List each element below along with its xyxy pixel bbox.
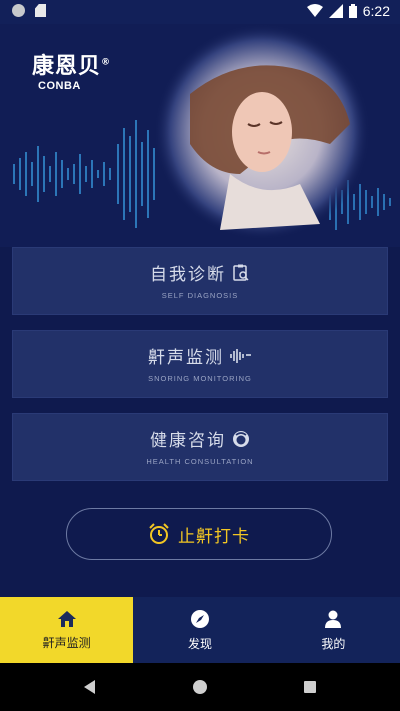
home-button-icon[interactable] [193, 680, 207, 694]
health-consultation-card[interactable]: 健康咨询 HEALTH CONSULTATION [12, 413, 388, 481]
snoring-monitoring-subtitle: SNORING MONITORING [148, 374, 252, 383]
clipboard-search-icon [233, 264, 249, 281]
tab-discover[interactable]: 发现 [133, 597, 266, 663]
status-time: 6:22 [362, 3, 390, 19]
bottom-tab-bar: 鼾声监测 发现 我的 [0, 597, 400, 663]
notification-dot-icon [12, 4, 25, 17]
person-icon [325, 610, 342, 628]
wifi-icon [306, 4, 323, 17]
sd-card-icon [35, 4, 46, 17]
self-diagnosis-card[interactable]: 自我诊断 SELF DIAGNOSIS [12, 247, 388, 315]
battery-icon [348, 4, 357, 18]
tab-label: 我的 [321, 636, 346, 651]
tab-mine[interactable]: 我的 [267, 597, 400, 663]
recent-apps-icon[interactable] [304, 681, 316, 693]
self-diagnosis-subtitle: SELF DIAGNOSIS [161, 291, 239, 300]
compass-icon [190, 609, 209, 628]
status-bar: 6:22 [0, 0, 400, 24]
alarm-clock-icon [149, 523, 169, 544]
tab-label: 发现 [187, 636, 212, 651]
system-nav-bar [0, 663, 400, 711]
sound-wave-graphic-left [13, 120, 155, 228]
tab-label: 鼾声监测 [42, 635, 91, 650]
snoring-checkin-button[interactable]: 止鼾打卡 [66, 508, 332, 560]
signal-icon [328, 4, 343, 18]
self-diagnosis-title: 自我诊断 [150, 265, 226, 285]
checkin-label: 止鼾打卡 [178, 526, 250, 547]
registered-mark: ® [101, 57, 112, 68]
app-screen: 6:22 康恩贝® CONBA 自我诊断 SELF DIAGNOSIS 鼾声监测… [0, 0, 400, 711]
snoring-monitoring-title: 鼾声监测 [148, 348, 224, 368]
sound-wave-icon [230, 348, 251, 363]
logo-name-cn: 康恩贝 [32, 54, 102, 79]
health-consultation-subtitle: HEALTH CONSULTATION [146, 457, 254, 466]
hero-banner: 康恩贝® CONBA [0, 24, 400, 247]
logo-name-en: CONBA [38, 80, 81, 92]
home-icon [57, 610, 76, 627]
back-icon[interactable] [84, 680, 95, 694]
snoring-monitoring-card[interactable]: 鼾声监测 SNORING MONITORING [12, 330, 388, 398]
doctor-icon [233, 430, 249, 447]
sleeping-woman-image [154, 24, 370, 240]
tab-snoring-monitoring[interactable]: 鼾声监测 [0, 597, 134, 663]
brand-logo: 康恩贝® CONBA [32, 48, 111, 92]
health-consultation-title: 健康咨询 [150, 431, 226, 451]
